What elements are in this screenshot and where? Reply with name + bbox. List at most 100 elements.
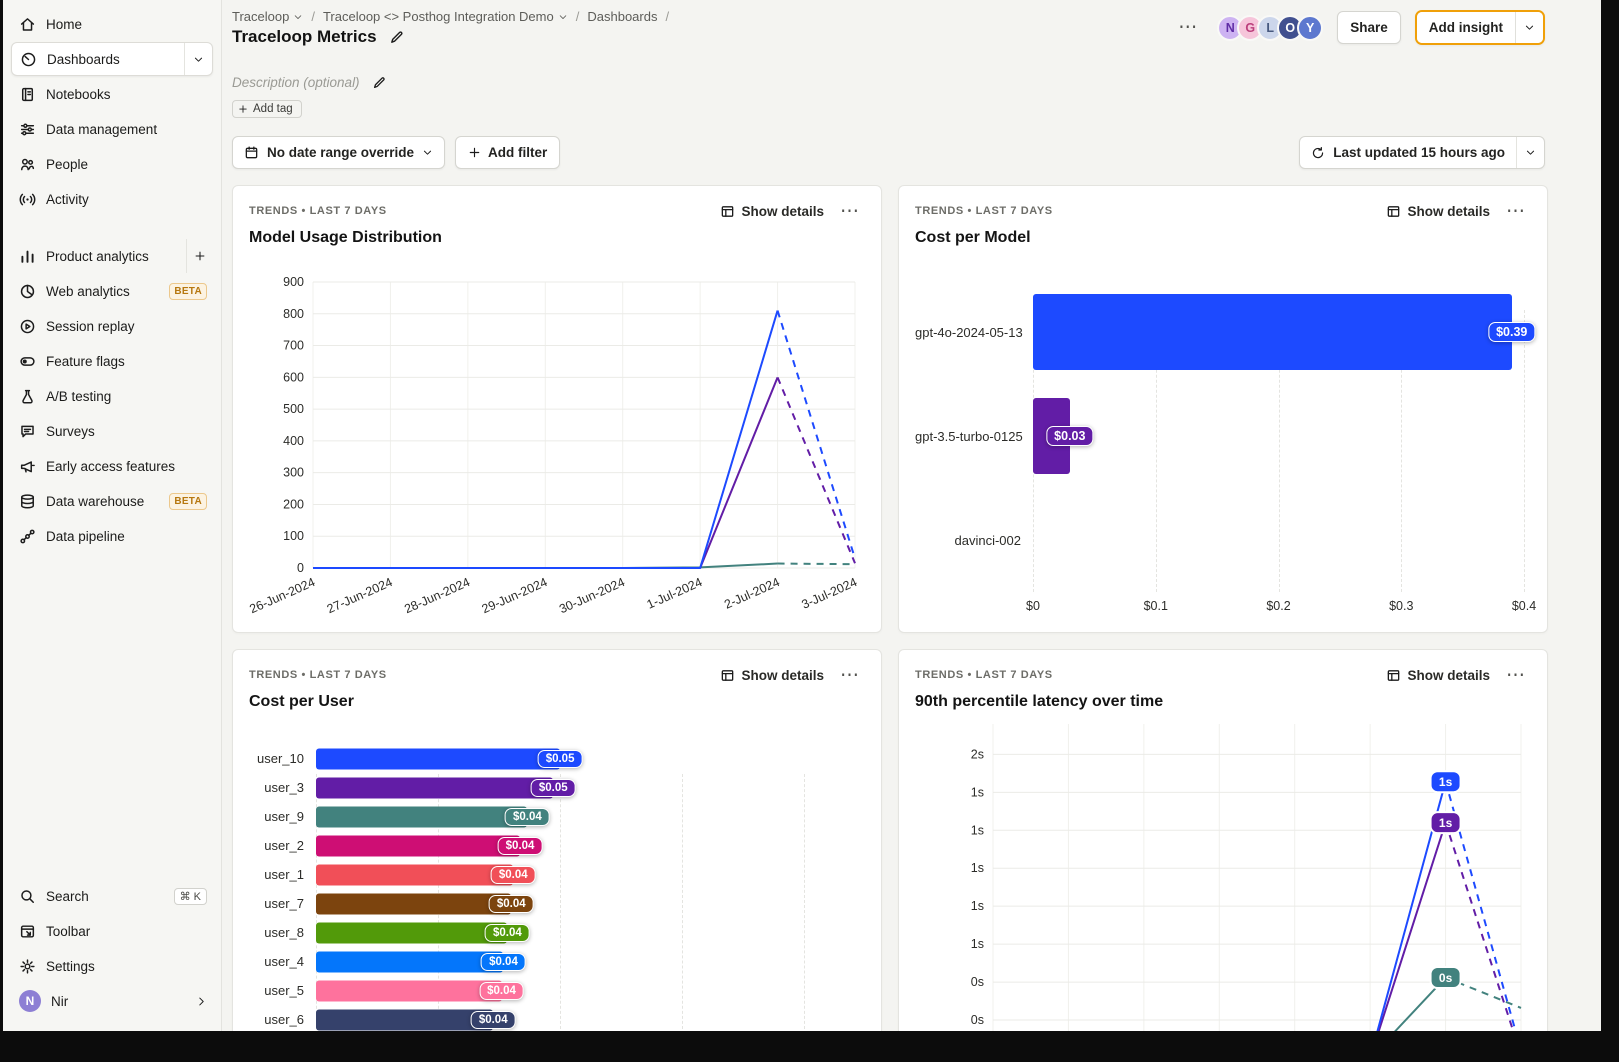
sidebar-dashboards-expand[interactable]	[184, 43, 212, 75]
x-tick-label: $0.1	[1144, 599, 1168, 613]
latency-line-chart[interactable]: 2s1s1s1s1s1s0s0s0s1s1s	[915, 718, 1531, 1031]
sidebar-item-early-access[interactable]: Early access features	[11, 449, 213, 483]
bar-user_10[interactable]	[316, 748, 560, 769]
sidebar-item-activity[interactable]: Activity	[11, 182, 213, 216]
sidebar-item-data-management[interactable]: Data management	[11, 112, 213, 146]
breadcrumb-workspace[interactable]: Traceloop <> Posthog Integration Demo	[323, 9, 568, 24]
show-details-button[interactable]: Show details	[720, 668, 824, 683]
sidebar-item-home[interactable]: Home	[11, 7, 213, 41]
filter-right: Last updated 15 hours ago	[1299, 136, 1545, 169]
sidebar-item-session-replay[interactable]: Session replay	[11, 309, 213, 343]
refresh-button[interactable]: Last updated 15 hours ago	[1300, 137, 1516, 168]
bar-user_9[interactable]	[316, 806, 527, 827]
breadcrumb-separator: /	[665, 9, 669, 24]
add-filter-button[interactable]: Add filter	[455, 136, 560, 169]
sidebar-bottom-group: Search ⌘ K Toolbar Settings N Nir	[3, 878, 221, 1019]
breadcrumb: Traceloop / Traceloop <> Posthog Integra…	[232, 9, 669, 24]
bar-user_5[interactable]	[316, 980, 502, 1001]
svg-text:28-Jun-2024: 28-Jun-2024	[402, 575, 472, 616]
x-tick-label: $0.3	[1389, 599, 1413, 613]
date-range-override-button[interactable]: No date range override	[233, 137, 444, 168]
breadcrumb-separator: /	[311, 9, 315, 24]
chevron-down-icon	[558, 12, 568, 22]
model-usage-chart[interactable]: 900800700600500400300200100026-Jun-20242…	[249, 254, 865, 633]
edit-description-button[interactable]	[370, 73, 389, 92]
insight-title: Cost per Model	[915, 226, 1531, 250]
sidebar-item-feature-flags[interactable]: Feature flags	[11, 344, 213, 378]
sidebar-item-toolbar[interactable]: Toolbar	[11, 914, 213, 948]
sidebar-item-label: A/B testing	[46, 389, 111, 404]
card-more-button[interactable]: ⋯	[1500, 664, 1531, 687]
dashboard-more-button[interactable]: ⋯	[1172, 16, 1203, 39]
bar-row: user_5$0.04	[249, 976, 853, 1005]
sidebar-item-product-analytics[interactable]: Product analytics	[11, 239, 213, 273]
bar-user_2[interactable]	[316, 835, 520, 856]
bar-gpt-4o-2024-05-13[interactable]	[1033, 294, 1512, 370]
latency-chart[interactable]: 2s1s1s1s1s1s0s0s0s1s1s	[915, 718, 1531, 1031]
breadcrumb-project[interactable]: Traceloop	[232, 9, 303, 24]
add-product-analytics-button[interactable]	[186, 239, 213, 273]
bar-row: user_6$0.04	[249, 1005, 853, 1031]
avatar-Y[interactable]: Y	[1297, 15, 1323, 41]
cost-per-user-chart[interactable]: user_10$0.05user_3$0.05user_9$0.04user_2…	[249, 744, 865, 1031]
show-details-button[interactable]: Show details	[720, 204, 824, 219]
breadcrumb-label: Traceloop	[232, 9, 289, 24]
bar-value-badge: $0.39	[1488, 322, 1535, 342]
show-details-button[interactable]: Show details	[1386, 204, 1490, 219]
sidebar-item-dashboards[interactable]: Dashboards	[11, 42, 213, 76]
chevron-down-icon	[293, 12, 303, 22]
svg-text:1s: 1s	[971, 823, 984, 837]
share-button[interactable]: Share	[1337, 11, 1401, 44]
sidebar-item-data-warehouse[interactable]: Data warehouse BETA	[11, 484, 213, 518]
bar-user_3[interactable]	[316, 777, 553, 798]
home-icon	[19, 16, 36, 33]
refresh-options-button[interactable]	[1516, 137, 1544, 168]
sidebar-item-profile[interactable]: N Nir	[11, 984, 213, 1018]
sidebar-item-web-analytics[interactable]: Web analytics BETA	[11, 274, 213, 308]
database-icon	[19, 493, 36, 510]
sidebar-item-ab-testing[interactable]: A/B testing	[11, 379, 213, 413]
sidebar-item-search[interactable]: Search ⌘ K	[11, 879, 213, 913]
bar-user_6[interactable]	[316, 1009, 493, 1030]
details-icon	[720, 204, 735, 219]
sidebar-item-label: Search	[46, 889, 89, 904]
insight-card-latency: TRENDS • LAST 7 DAYS Show details ⋯ 90th…	[898, 649, 1548, 1031]
add-insight-button[interactable]: Add insight	[1417, 12, 1515, 43]
chevron-down-icon	[422, 147, 433, 158]
speech-bubble-icon	[19, 423, 36, 440]
sidebar-item-data-pipeline[interactable]: Data pipeline	[11, 519, 213, 553]
bar-x-axis: $0$0.1$0.2$0.3$0.4	[1033, 592, 1524, 618]
sidebar-item-notebooks[interactable]: Notebooks	[11, 77, 213, 111]
chevron-down-icon	[193, 54, 204, 65]
breadcrumb-dashboards[interactable]: Dashboards	[587, 9, 657, 24]
card-more-button[interactable]: ⋯	[834, 664, 865, 687]
sidebar-item-label: Product analytics	[46, 249, 149, 264]
bar-user_4[interactable]	[316, 951, 503, 972]
date-range-override-label: No date range override	[267, 145, 414, 160]
x-tick-label: $0	[1026, 599, 1040, 613]
line-series-1-projection	[778, 377, 855, 563]
gear-icon	[19, 958, 36, 975]
card-more-button[interactable]: ⋯	[1500, 200, 1531, 223]
cost-per-model-chart[interactable]: gpt-4o-2024-05-13$0.39gpt-3.5-turbo-0125…	[915, 280, 1531, 618]
sidebar-item-label: Surveys	[46, 424, 95, 439]
sidebar-item-surveys[interactable]: Surveys	[11, 414, 213, 448]
model-usage-line-chart[interactable]: 900800700600500400300200100026-Jun-20242…	[249, 254, 865, 632]
sidebar-item-settings[interactable]: Settings	[11, 949, 213, 983]
show-details-button[interactable]: Show details	[1386, 668, 1490, 683]
filter-bar: No date range override Add filter Last u…	[232, 136, 1545, 169]
add-insight-caret-button[interactable]	[1515, 12, 1543, 43]
plus-icon	[468, 146, 481, 159]
add-tag-button[interactable]: Add tag	[232, 100, 302, 118]
insight-title: Model Usage Distribution	[249, 226, 865, 250]
bar-user_1[interactable]	[316, 864, 513, 885]
card-more-button[interactable]: ⋯	[834, 200, 865, 223]
flask-icon	[19, 388, 36, 405]
bar-user_7[interactable]	[316, 893, 511, 914]
sidebar-item-people[interactable]: People	[11, 147, 213, 181]
sidebar-item-label: Session replay	[46, 319, 135, 334]
bar-user_8[interactable]	[316, 922, 507, 943]
svg-text:0s: 0s	[971, 975, 984, 989]
edit-title-button[interactable]	[387, 27, 407, 47]
sidebar-item-label: Activity	[46, 192, 89, 207]
